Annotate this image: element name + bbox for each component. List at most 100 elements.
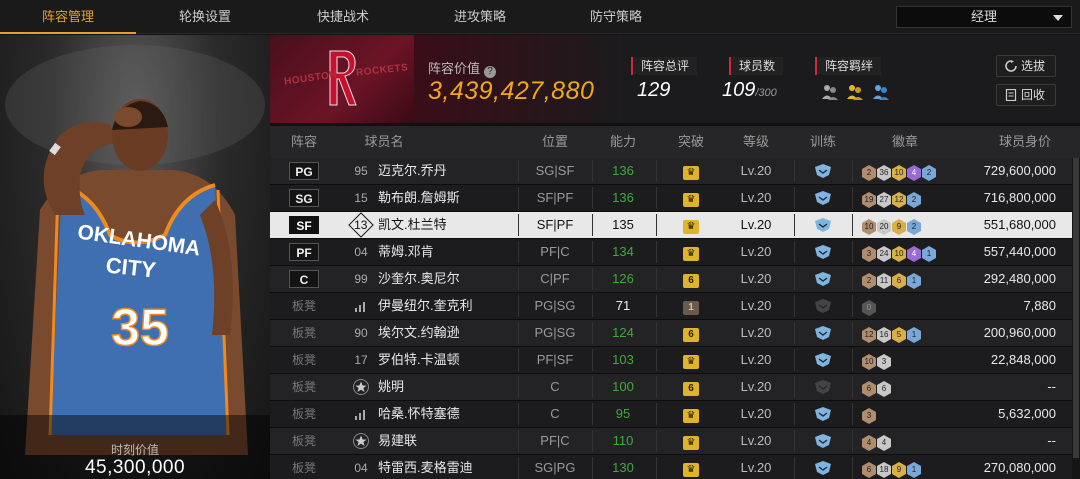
- badges-cell[interactable]: 10 3: [862, 347, 962, 373]
- bond-blue-icon[interactable]: [872, 83, 890, 101]
- scrollbar[interactable]: [1072, 158, 1080, 479]
- tab-lineup[interactable]: 阵容管理: [0, 0, 136, 34]
- training-cell[interactable]: [800, 185, 846, 211]
- badges-cell[interactable]: 19 27 12 2: [862, 185, 962, 211]
- col-breakthrough[interactable]: 突破: [662, 126, 720, 158]
- badges-cell[interactable]: 0: [862, 293, 962, 319]
- badges-cell[interactable]: 2 11 6 1: [862, 266, 962, 292]
- tab-rotation[interactable]: 轮换设置: [136, 0, 274, 34]
- scroll-thumb[interactable]: [1073, 158, 1079, 458]
- player-card[interactable]: OKLAHOMA CITY 35 时刻价值 45,300,000: [0, 35, 270, 479]
- training-icon[interactable]: [814, 380, 832, 394]
- training-icon[interactable]: [814, 407, 832, 421]
- training-cell[interactable]: [800, 347, 846, 373]
- col-training[interactable]: 训练: [800, 126, 846, 158]
- training-icon[interactable]: [814, 326, 832, 340]
- table-row[interactable]: 板凳 17 罗伯特.卡温顿 PF|SF 103 ♛ Lv.20 10 3 22,8…: [270, 347, 1072, 374]
- breakthrough-cell[interactable]: 6: [662, 374, 720, 400]
- lineup-slot[interactable]: 板凳: [282, 293, 326, 319]
- training-icon[interactable]: [814, 272, 832, 286]
- breakthrough-cell[interactable]: ♛: [662, 158, 720, 184]
- badges-cell[interactable]: 10 20 9 2: [862, 212, 962, 238]
- training-cell[interactable]: [800, 212, 846, 238]
- player-name[interactable]: 伊曼纽尔.奎克利: [378, 293, 514, 319]
- training-icon[interactable]: [814, 218, 832, 232]
- draft-button[interactable]: 选拔: [996, 55, 1056, 77]
- badges-cell[interactable]: 44: [862, 428, 962, 454]
- tab-tactics[interactable]: 快捷战术: [274, 0, 412, 34]
- table-row[interactable]: 板凳 90 埃尔文.约翰逊 PG|SG 124 6 Lv.20 12 16 5 1 2…: [270, 320, 1072, 347]
- breakthrough-cell[interactable]: ♛: [662, 455, 720, 479]
- training-icon[interactable]: [814, 245, 832, 259]
- training-cell[interactable]: [800, 293, 846, 319]
- table-row[interactable]: 板凳 伊曼纽尔.奎克利 PG|SG 71 1 Lv.20 0 7,880: [270, 293, 1072, 320]
- player-name[interactable]: 特雷西.麦格雷迪: [378, 455, 514, 479]
- player-name[interactable]: 勒布朗.詹姆斯: [378, 185, 514, 211]
- badges-cell[interactable]: 66: [862, 374, 962, 400]
- col-position[interactable]: 位置: [520, 126, 590, 158]
- player-name[interactable]: 姚明: [378, 374, 514, 400]
- table-row[interactable]: SF 13 凯文.杜兰特 SF|PF 135 ♛ Lv.20 10 20 9 2 55…: [270, 212, 1072, 239]
- training-cell[interactable]: [800, 374, 846, 400]
- lineup-slot[interactable]: SG: [282, 185, 326, 211]
- table-row[interactable]: 板凳 04 特雷西.麦格雷迪 SG|PG 130 ♛ Lv.20 6 18 9 1 2…: [270, 455, 1072, 479]
- col-lineup[interactable]: 阵容: [282, 126, 326, 158]
- training-cell[interactable]: [800, 320, 846, 346]
- tab-offense[interactable]: 进攻策略: [412, 0, 548, 34]
- training-cell[interactable]: [800, 428, 846, 454]
- table-row[interactable]: PG 95 迈克尔.乔丹 SG|SF 136 ♛ Lv.20 2 36 10 4 2 7…: [270, 158, 1072, 185]
- role-select[interactable]: 经理: [896, 6, 1072, 28]
- training-icon[interactable]: [814, 299, 832, 313]
- player-name[interactable]: 哈桑.怀特塞德: [378, 401, 514, 427]
- training-icon[interactable]: [814, 353, 832, 367]
- training-icon[interactable]: [814, 191, 832, 205]
- col-level[interactable]: 等级: [722, 126, 790, 158]
- player-name[interactable]: 埃尔文.约翰逊: [378, 320, 514, 346]
- training-icon[interactable]: [814, 434, 832, 448]
- breakthrough-cell[interactable]: ♛: [662, 347, 720, 373]
- training-cell[interactable]: [800, 239, 846, 265]
- breakthrough-cell[interactable]: 1: [662, 293, 720, 319]
- table-row[interactable]: C 99 沙奎尔.奥尼尔 C|PF 126 6 Lv.20 2 11 6 1 292,…: [270, 266, 1072, 293]
- bond-gold-icon[interactable]: [846, 83, 864, 101]
- training-cell[interactable]: [800, 455, 846, 479]
- breakthrough-cell[interactable]: ♛: [662, 428, 720, 454]
- col-name[interactable]: 球员名: [354, 126, 414, 158]
- training-cell[interactable]: [800, 158, 846, 184]
- badges-cell[interactable]: 2 36 10 4 2: [862, 158, 962, 184]
- breakthrough-cell[interactable]: ♛: [662, 239, 720, 265]
- breakthrough-cell[interactable]: ♛: [662, 401, 720, 427]
- lineup-slot[interactable]: 板凳: [282, 374, 326, 400]
- recycle-button[interactable]: 回收: [996, 84, 1056, 106]
- badges-cell[interactable]: 3: [862, 401, 962, 427]
- badges-cell[interactable]: 3 24 10 4 1: [862, 239, 962, 265]
- player-name[interactable]: 蒂姆.邓肯: [378, 239, 514, 265]
- col-badges[interactable]: 徽章: [870, 126, 940, 158]
- training-icon[interactable]: [814, 461, 832, 475]
- lineup-slot[interactable]: PG: [282, 158, 326, 184]
- lineup-slot[interactable]: 板凳: [282, 455, 326, 479]
- tab-defense[interactable]: 防守策略: [548, 0, 684, 34]
- player-name[interactable]: 凯文.杜兰特: [378, 212, 514, 238]
- breakthrough-cell[interactable]: 6: [662, 266, 720, 292]
- training-icon[interactable]: [814, 164, 832, 178]
- table-row[interactable]: SG 15 勒布朗.詹姆斯 SF|PF 136 ♛ Lv.20 19 27 12 2 …: [270, 185, 1072, 212]
- lineup-slot[interactable]: 板凳: [282, 347, 326, 373]
- lineup-slot[interactable]: PF: [282, 239, 326, 265]
- bond-grey-icon[interactable]: [821, 83, 839, 101]
- col-ability[interactable]: 能力: [592, 126, 654, 158]
- table-row[interactable]: 板凳 易建联 PF|C 110 ♛ Lv.20 44 --: [270, 428, 1072, 455]
- player-name[interactable]: 易建联: [378, 428, 514, 454]
- player-name[interactable]: 罗伯特.卡温顿: [378, 347, 514, 373]
- table-row[interactable]: PF 04 蒂姆.邓肯 PF|C 134 ♛ Lv.20 3 24 10 4 1 557…: [270, 239, 1072, 266]
- table-row[interactable]: 板凳 姚明 C 100 6 Lv.20 66 --: [270, 374, 1072, 401]
- col-value[interactable]: 球员身价: [982, 126, 1068, 158]
- badges-cell[interactable]: 6 18 9 1: [862, 455, 962, 479]
- table-row[interactable]: 板凳 哈桑.怀特塞德 C 95 ♛ Lv.20 3 5,632,000: [270, 401, 1072, 428]
- player-name[interactable]: 迈克尔.乔丹: [378, 158, 514, 184]
- training-cell[interactable]: [800, 266, 846, 292]
- lineup-slot[interactable]: 板凳: [282, 428, 326, 454]
- player-name[interactable]: 沙奎尔.奥尼尔: [378, 266, 514, 292]
- badges-cell[interactable]: 12 16 5 1: [862, 320, 962, 346]
- training-cell[interactable]: [800, 401, 846, 427]
